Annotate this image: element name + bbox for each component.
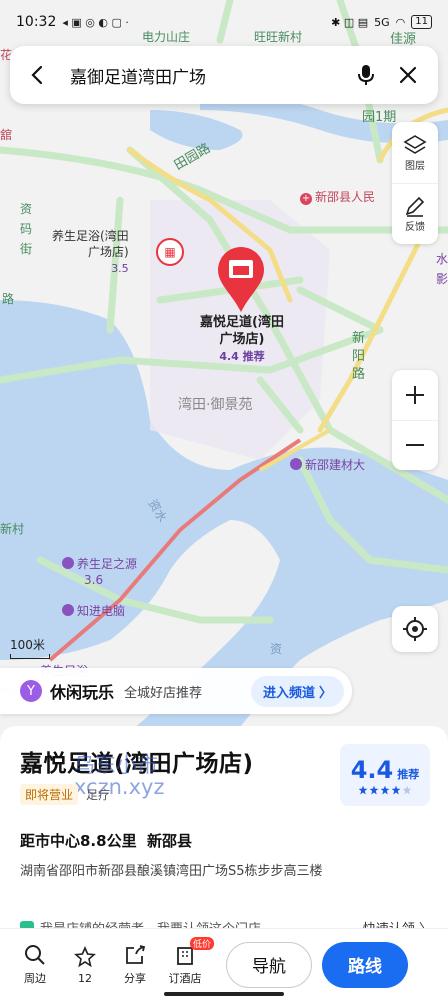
place-distance: 距市中心8.8公里 新邵县	[20, 832, 193, 850]
nearby-label: 周边	[24, 972, 46, 985]
microphone-icon[interactable]	[350, 59, 382, 91]
rating-box[interactable]: 4.4 推荐	[340, 744, 430, 806]
status-badge: 即将营业	[20, 784, 79, 805]
star-icon	[74, 945, 96, 967]
pencil-icon	[405, 197, 425, 218]
map-scale: 100米	[10, 636, 50, 659]
zoom-controls	[392, 370, 438, 470]
place-district: 新邵县	[147, 832, 193, 850]
book-hotel-label: 订酒店	[168, 972, 202, 985]
minus-icon	[406, 444, 424, 447]
locate-icon	[403, 617, 427, 641]
layers-button[interactable]: 图层	[392, 122, 438, 183]
promo-subtitle: 全城好店推荐	[124, 685, 203, 701]
route-button[interactable]: 路线	[322, 941, 408, 988]
search-bar[interactable]: 嘉御足道湾田广场	[10, 46, 438, 104]
favorite-count: 12	[78, 971, 92, 985]
feedback-label: 反馈	[405, 222, 425, 234]
rating-stars	[358, 785, 412, 795]
rating-score: 4.4	[350, 755, 394, 784]
promo-title: 休闲玩乐	[50, 683, 115, 702]
nearby-button[interactable]: 周边	[10, 943, 60, 986]
book-hotel-button[interactable]: 低价 订酒店	[160, 937, 214, 986]
search-icon	[25, 945, 45, 965]
place-name: 嘉悦足道(湾田广场店)	[20, 751, 254, 777]
status-net-icons: ✱ ◫ ▤	[331, 15, 369, 29]
rating-label: 推荐	[397, 767, 420, 781]
search-query[interactable]: 嘉御足道湾田广场	[70, 63, 340, 88]
star-empty-icon	[402, 785, 412, 795]
back-icon[interactable]	[24, 61, 52, 89]
plus-icon	[406, 385, 424, 404]
enter-channel-button[interactable]: 进入频道〉	[250, 675, 344, 707]
wifi-icon: ◠	[395, 15, 406, 29]
zoom-in-button[interactable]	[392, 370, 438, 420]
cocktail-icon: Y	[20, 680, 42, 702]
chevron-right-icon: 〉	[318, 685, 332, 701]
star-icon	[391, 785, 401, 795]
low-price-badge: 低价	[189, 937, 214, 950]
navigate-button[interactable]: 导航	[226, 941, 312, 988]
battery-indicator: 11	[411, 15, 432, 29]
status-bar: 10:32 ◂ ▣ ◎ ◐ ▢ · ✱ ◫ ▤ 5G ◠ 11	[0, 0, 448, 44]
home-indicator	[164, 992, 284, 996]
star-icon	[358, 785, 368, 795]
feedback-button[interactable]: 反馈	[392, 182, 438, 245]
bottom-action-bar: 周边 12 分享 低价 订酒店 导航 路线	[0, 928, 448, 1000]
locate-button[interactable]	[392, 606, 438, 652]
share-label: 分享	[124, 972, 146, 985]
layers-label: 图层	[405, 160, 425, 172]
scale-bar	[10, 654, 50, 659]
close-icon[interactable]	[392, 59, 424, 91]
promo-banner[interactable]: Y 休闲玩乐 全城好店推荐 进入频道〉	[0, 668, 352, 714]
star-icon	[380, 785, 390, 795]
place-address[interactable]: 湖南省邵阳市新邵县酿溪镇湾田广场S5栋步步高三楼	[20, 860, 323, 879]
layers-icon	[403, 134, 427, 154]
map-tools: 图层 反馈	[392, 122, 438, 244]
share-icon	[126, 945, 146, 964]
map-canvas[interactable]	[0, 0, 448, 740]
favorite-button[interactable]: 12	[60, 945, 110, 985]
status-signal: 5G	[374, 15, 390, 29]
share-button[interactable]: 分享	[110, 943, 160, 986]
zoom-out-button[interactable]	[392, 419, 438, 471]
category-tag: 足疗	[86, 788, 111, 802]
status-time: 10:32	[16, 14, 57, 30]
status-icons: ◂ ▣ ◎ ◐ ▢ ·	[62, 15, 129, 29]
place-tags: 即将营业 足疗	[20, 784, 112, 805]
scale-label: 100米	[10, 638, 45, 652]
star-icon	[369, 785, 379, 795]
